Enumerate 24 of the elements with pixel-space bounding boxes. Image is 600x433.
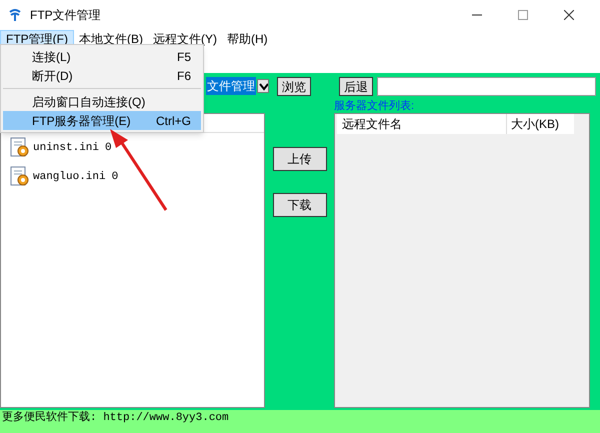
remote-path-field[interactable] bbox=[377, 76, 596, 96]
browse-button[interactable]: 浏览 bbox=[277, 76, 311, 96]
menu-option[interactable]: 启动窗口自动连接(Q) bbox=[3, 92, 201, 111]
file-size: 0 bbox=[112, 170, 118, 184]
column-header[interactable]: 远程文件名 bbox=[337, 114, 507, 134]
file-name[interactable]: wangluo.ini bbox=[33, 170, 106, 184]
server-file-list-label: 服务器文件列表: bbox=[334, 99, 414, 113]
file-size: 0 bbox=[105, 140, 112, 154]
upload-button[interactable]: 上传 bbox=[272, 147, 326, 171]
window-title: FTP文件管理 bbox=[30, 7, 101, 24]
file-name[interactable]: uninst.ini bbox=[33, 140, 100, 154]
back-button[interactable]: 后退 bbox=[339, 76, 373, 96]
download-button[interactable]: 下载 bbox=[272, 193, 326, 217]
menu-item[interactable]: 帮助(H) bbox=[222, 30, 273, 48]
file-gear-icon bbox=[9, 166, 31, 188]
dropdown-caret-icon[interactable] bbox=[257, 79, 269, 93]
menu-item[interactable]: 远程文件(Y) bbox=[148, 30, 222, 48]
menu-option[interactable]: 断开(D) F6 bbox=[3, 66, 201, 85]
menu-option[interactable]: 连接(L) F5 bbox=[3, 47, 201, 66]
app-logo-icon bbox=[8, 8, 22, 22]
file-gear-icon bbox=[9, 136, 31, 158]
menu-option[interactable]: FTP服务器管理(E) Ctrl+G bbox=[3, 111, 201, 130]
column-header[interactable]: 大小(KB) bbox=[507, 114, 559, 134]
status-text: 更多便民软件下载: http://www.8yy3.com bbox=[2, 410, 229, 426]
